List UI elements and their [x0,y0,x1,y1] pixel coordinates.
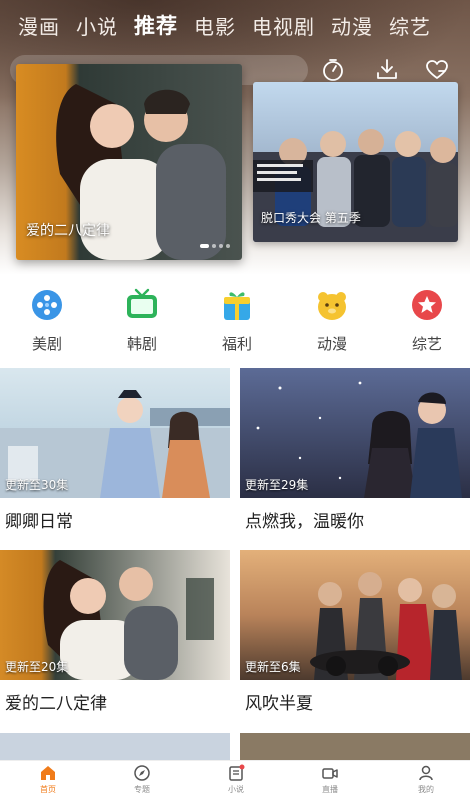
episode-badge: 更新至6集 [245,660,301,674]
indicator-dot-active [200,244,209,248]
carousel-banner-current[interactable]: 爱的二八定律 [16,64,242,260]
video-card[interactable]: 更新至30集 卿卿日常 [0,368,230,532]
bear-icon [318,292,346,320]
video-title: 爱的二八定律 [5,694,107,714]
category-k-drama[interactable]: 韩剧 [102,288,182,354]
category-label: 综艺 [411,335,442,353]
gift-box-icon [224,292,250,320]
star-icon [412,290,442,320]
tab-movie[interactable]: 电影 [194,11,236,40]
video-title: 风吹半夏 [245,694,313,714]
indicator-dot [219,244,223,248]
nav-profile[interactable]: 我的 [396,764,456,795]
home-icon [41,766,55,780]
nav-novel[interactable]: 小说 [206,764,266,795]
episode-badge: 更新至30集 [5,478,69,492]
banner-main-title: 爱的二八定律 [26,223,110,239]
video-thumbnail: 更新至30集 [0,368,230,498]
heart-icon[interactable] [424,57,450,83]
video-thumbnail-partial[interactable] [240,733,470,760]
nav-home[interactable]: 首页 [18,764,78,795]
nav-live[interactable]: 直播 [300,764,360,795]
category-anime[interactable]: 动漫 [292,288,372,354]
tab-recommend[interactable]: 推荐 [134,10,178,40]
category-benefits[interactable]: 福利 [197,288,277,354]
indicator-dot [226,244,230,248]
carousel-indicator [200,244,230,248]
top-tab-bar: 漫画 小说 推荐 电影 电视剧 动漫 综艺 [0,8,470,42]
episode-badge: 更新至29集 [245,478,309,492]
tab-novel[interactable]: 小说 [76,11,118,40]
episode-badge: 更新至20集 [5,660,69,674]
tv-icon [127,288,157,318]
nav-label: 直播 [322,785,338,794]
video-icon [322,768,338,779]
nav-label: 我的 [418,785,434,794]
tab-anime[interactable]: 动漫 [331,11,373,40]
video-card[interactable]: 更新至29集 点燃我，温暖你 [240,368,470,532]
category-label: 动漫 [316,335,347,353]
category-label: 美剧 [31,335,62,353]
video-thumbnail: 更新至20集 [0,550,230,680]
tab-variety[interactable]: 综艺 [389,11,431,40]
nav-topics[interactable]: 专题 [112,764,172,795]
video-card[interactable]: 更新至20集 爱的二八定律 [0,550,230,714]
tab-manhua[interactable]: 漫画 [18,11,60,40]
video-title: 卿卿日常 [5,512,73,532]
video-card[interactable]: 更新至6集 风吹半夏 [240,550,470,714]
user-icon [419,765,433,781]
video-thumbnail: 更新至6集 [240,550,470,680]
nav-label: 专题 [134,785,150,794]
category-label: 福利 [221,335,252,353]
book-icon [229,764,245,781]
app-screen: 漫画 小说 推荐 电影 电视剧 动漫 综艺 脱口秀大会 第五季 爱的二八定律 美… [0,0,470,800]
timer-icon[interactable] [320,57,346,83]
download-icon[interactable] [374,57,400,83]
banner-side-title: 脱口秀大会 第五季 [261,211,361,225]
carousel-banner-next[interactable]: 脱口秀大会 第五季 [253,82,458,242]
compass-icon [134,765,150,781]
category-row: 美剧 韩剧 福利 动漫 综艺 [0,288,470,354]
category-us-drama[interactable]: 美剧 [7,288,87,354]
category-label: 韩剧 [126,335,157,353]
video-thumbnail: 更新至29集 [240,368,470,498]
globe-icon [32,290,62,320]
nav-label: 首页 [40,785,56,794]
category-variety[interactable]: 综艺 [387,288,467,354]
tab-tv-series[interactable]: 电视剧 [252,11,315,40]
video-thumbnail-partial[interactable] [0,733,230,760]
video-title: 点燃我，温暖你 [245,512,364,532]
indicator-dot [212,244,216,248]
nav-label: 小说 [228,785,244,794]
bottom-navigation: 首页 专题 小说 直播 我的 [0,760,470,800]
